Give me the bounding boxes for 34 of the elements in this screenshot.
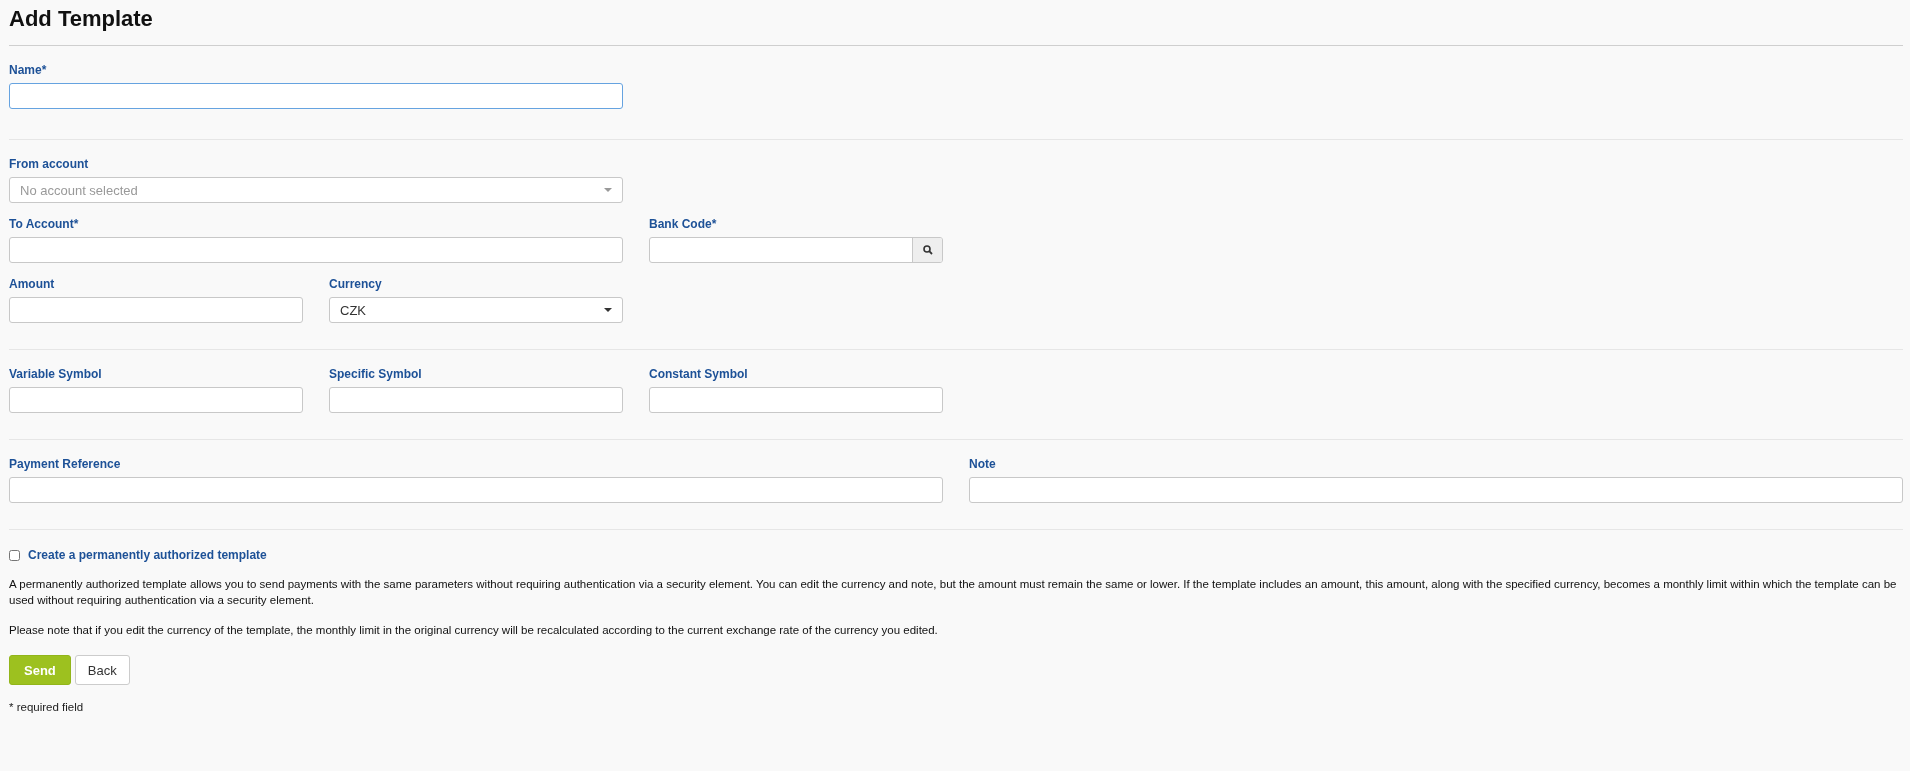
field-label: Constant Symbol: [649, 367, 749, 381]
dropdown-placeholder: No account selected: [20, 182, 138, 198]
input-field[interactable]: [329, 387, 623, 413]
field-label: Payment Reference: [9, 457, 122, 471]
info-paragraph: A permanently authorized template allows you to send payments with the same parameters without requiring authentication via a security element. You can edit the currency and note, but the amount must remain the same or lower. If the template includes an amount, this amount, along with the specified currency, becomes a monthly limit within which the template can be used without requiring authentication via a security element.: [9, 577, 1898, 608]
search-icon: [922, 245, 933, 255]
field-label: Currency: [329, 277, 383, 291]
back-button[interactable]: Back: [74, 655, 130, 685]
caret-icon: [604, 188, 612, 192]
dropdown-value: CZK: [340, 302, 366, 318]
input-field[interactable]: [9, 83, 623, 109]
field-label: Specific Symbol: [329, 367, 423, 381]
input-field[interactable]: [9, 297, 303, 323]
input-field[interactable]: [969, 477, 1903, 503]
caret-icon: [604, 308, 612, 312]
input-field[interactable]: [9, 477, 943, 503]
input-field[interactable]: [9, 387, 303, 413]
search-field[interactable]: [649, 237, 943, 263]
field-label: Note: [969, 457, 997, 471]
field-label: Amount: [9, 277, 56, 291]
required-field-note: * required field: [9, 701, 85, 713]
dropdown[interactable]: CZK: [329, 297, 623, 323]
field-label: From account: [9, 157, 90, 171]
search-button[interactable]: [912, 238, 942, 262]
field-label: To Account*: [9, 217, 80, 231]
input-field[interactable]: [649, 387, 943, 413]
page-title: Add Template: [9, 0, 1903, 46]
checkbox[interactable]: [9, 549, 20, 561]
info-paragraph: Please note that if you edit the currency of the template, the monthly limit in the original currency will be recalculated according to the current exchange rate of the currency you edited.: [9, 623, 939, 638]
field-label: Name*: [9, 63, 48, 77]
checkbox-label[interactable]: Create a permanently authorized template: [28, 548, 267, 562]
field-label: Variable Symbol: [9, 367, 103, 381]
input-field[interactable]: [9, 237, 623, 263]
field-label: Bank Code*: [649, 217, 718, 231]
